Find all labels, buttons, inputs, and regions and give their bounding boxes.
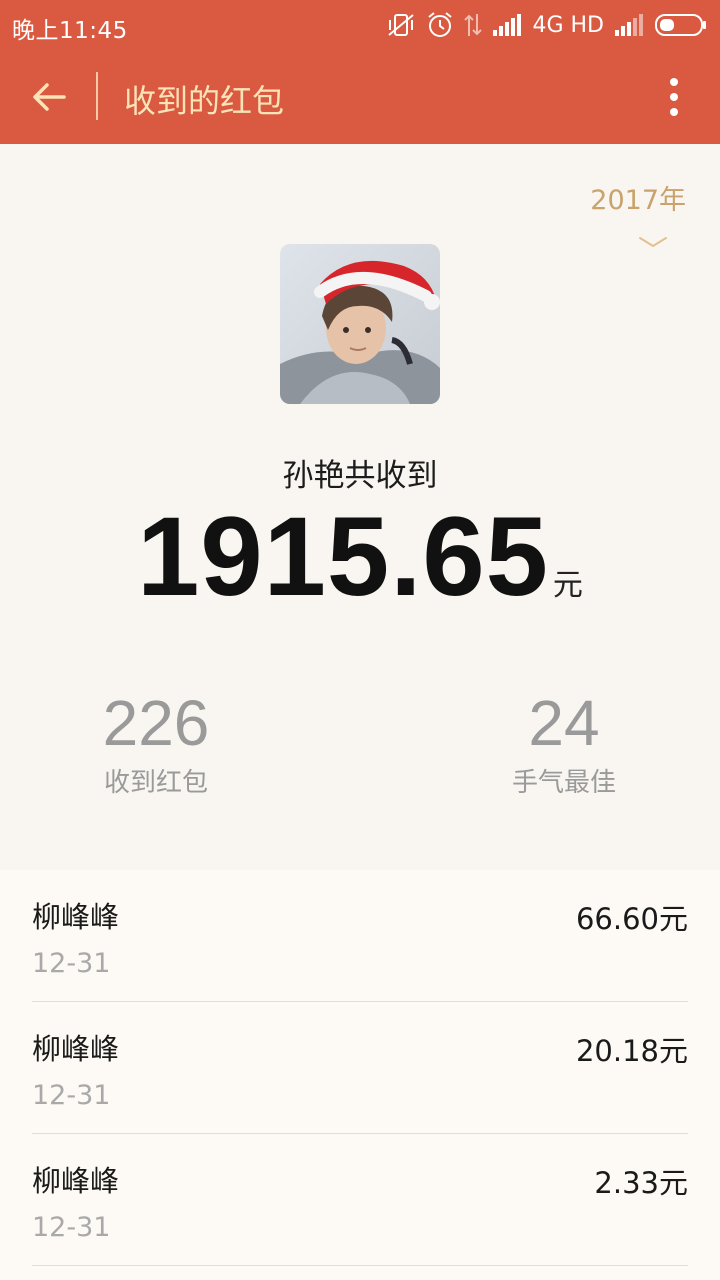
total-unit: 元 bbox=[552, 568, 583, 603]
status-icons: 4G HD bbox=[386, 8, 708, 42]
network-type: 4G HD bbox=[532, 12, 604, 38]
total-amount: 1915.65 bbox=[137, 494, 549, 619]
arrow-left-icon bbox=[33, 83, 66, 111]
chevron-down-icon bbox=[639, 237, 667, 248]
data-arrows-icon bbox=[464, 14, 483, 36]
best-luck-count: 24 bbox=[528, 687, 600, 759]
sender-name: 柳峰峰 bbox=[32, 1032, 120, 1066]
more-vertical-icon bbox=[670, 78, 678, 116]
sender-name: 柳峰峰 bbox=[32, 900, 120, 934]
record-amount: 2.33元 bbox=[594, 1166, 688, 1200]
signal-icon bbox=[615, 14, 643, 36]
vibrate-off-icon bbox=[388, 14, 415, 36]
list-item[interactable]: 柳峰峰 12-31 2.33元 bbox=[32, 1134, 688, 1266]
app-bar: 收到的红包 bbox=[0, 50, 720, 144]
record-date: 12-31 bbox=[32, 948, 111, 979]
signal-icon bbox=[493, 14, 522, 36]
list-item[interactable]: 柳峰峰 12-31 20.18元 bbox=[32, 1002, 688, 1134]
record-list: 柳峰峰 12-31 66.60元 柳峰峰 12-31 20.18元 柳峰峰 12… bbox=[0, 870, 720, 1280]
record-amount: 20.18元 bbox=[575, 1034, 688, 1068]
alarm-icon bbox=[428, 12, 453, 37]
year-selector[interactable]: 2017年 bbox=[576, 178, 686, 249]
appbar-divider bbox=[96, 72, 98, 120]
record-date: 12-31 bbox=[32, 1212, 111, 1243]
record-date: 12-31 bbox=[32, 1080, 111, 1111]
back-button[interactable] bbox=[22, 72, 76, 122]
record-amount: 66.60元 bbox=[575, 902, 688, 936]
status-time: 晚上11:45 bbox=[12, 18, 128, 44]
more-menu-button[interactable] bbox=[654, 70, 694, 124]
received-count-stat: 226 收到红包 bbox=[46, 686, 266, 799]
page-title: 收到的红包 bbox=[124, 82, 285, 120]
sender-name: 柳峰峰 bbox=[32, 1164, 120, 1198]
battery-icon bbox=[655, 14, 706, 36]
year-label: 2017年 bbox=[590, 185, 686, 216]
owner-summary-text: 孙艳共收到 bbox=[282, 458, 438, 494]
status-bar: 晚上11:45 4G HD bbox=[0, 0, 720, 50]
received-count: 226 bbox=[102, 687, 210, 759]
avatar bbox=[280, 244, 440, 404]
total-amount-block: 1915.65 元 bbox=[0, 492, 720, 621]
best-luck-label: 手气最佳 bbox=[511, 768, 616, 798]
best-luck-stat: 24 手气最佳 bbox=[454, 686, 674, 799]
list-item[interactable]: 柳峰峰 12-31 66.60元 bbox=[32, 870, 688, 1002]
received-label: 收到红包 bbox=[103, 768, 208, 798]
